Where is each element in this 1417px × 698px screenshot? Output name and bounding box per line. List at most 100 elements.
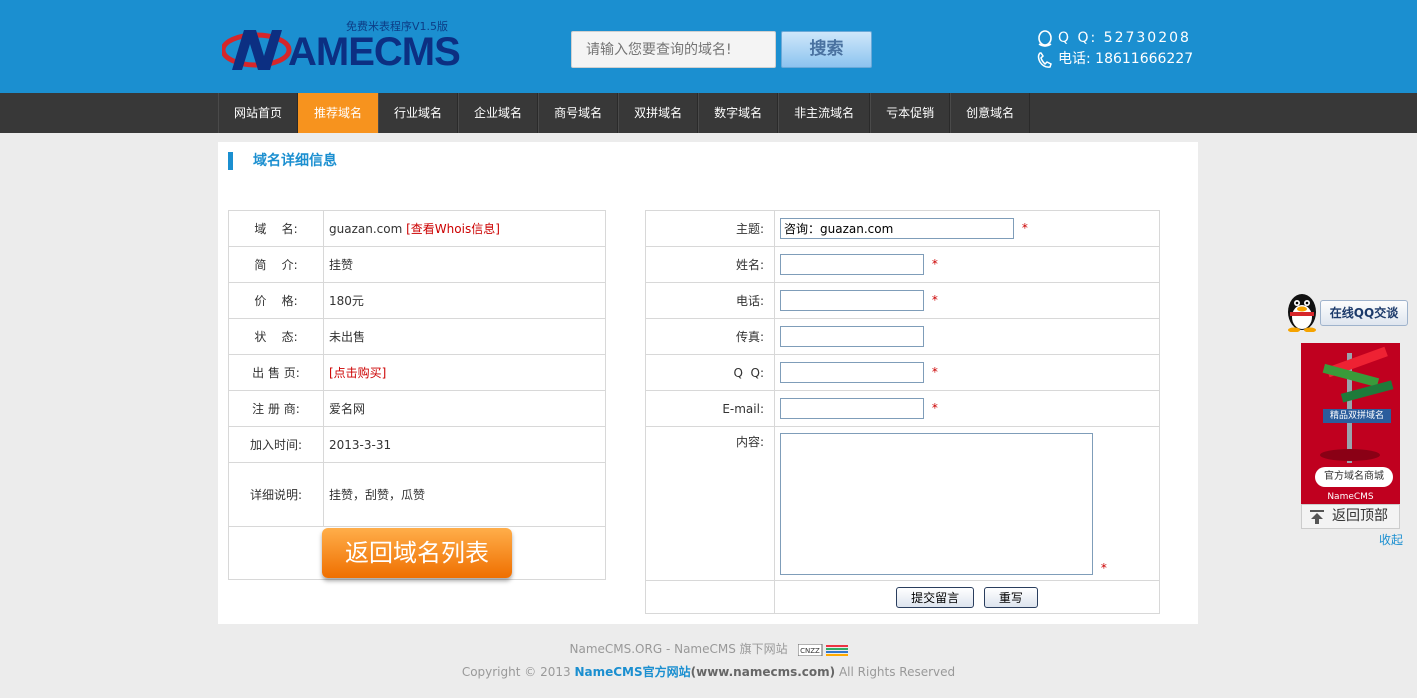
content-textarea[interactable] [780, 432, 1093, 575]
table-row: 传真: [645, 318, 1160, 355]
cnzz-stats-icon[interactable]: CNZZ [797, 643, 848, 656]
domain-cell: guazan.com [查看Whois信息] [323, 210, 606, 247]
required-mark: * [931, 293, 938, 307]
cnzz-label: CNZZ [800, 647, 820, 655]
whois-link[interactable]: [查看Whois信息] [406, 222, 500, 236]
domain-search-input[interactable] [571, 31, 776, 68]
table-row: 内容: * [645, 426, 1160, 581]
footer-line-1: NameCMS.ORG - NameCMS 旗下网站 CNZZ [0, 640, 1417, 658]
subject-cell: * [774, 210, 1160, 247]
domain-mall-ad[interactable]: 精品双拼域名 官方域名商城 NameCMS [1301, 343, 1400, 505]
added-date-label: 加入时间: [228, 426, 324, 463]
footer-network-text: NameCMS.ORG - NameCMS 旗下网站 [569, 642, 788, 656]
name-label: 姓名: [645, 246, 775, 283]
fax-cell [774, 318, 1160, 355]
phone-contact: 电话: 18611666227 [1036, 49, 1193, 70]
qq-field[interactable] [780, 362, 924, 383]
content-cell: * [774, 426, 1160, 581]
logo-mark-icon [222, 30, 292, 70]
table-row: E-mail: * [645, 390, 1160, 427]
subject-field[interactable] [780, 218, 1014, 239]
phone-number: 电话: 18611666227 [1058, 51, 1194, 67]
collapse-link[interactable]: 收起 [1379, 531, 1403, 548]
table-row: 状 态: 未出售 [228, 318, 606, 355]
fax-field[interactable] [780, 326, 924, 347]
email-cell: * [774, 390, 1160, 427]
nav-item-recommended[interactable]: 推荐域名 [298, 93, 379, 133]
table-row: 主题: * [645, 210, 1160, 247]
table-row: 姓名: * [645, 246, 1160, 283]
nav-item-home[interactable]: 网站首页 [218, 93, 299, 133]
required-mark: * [1021, 221, 1028, 235]
status-label: 状 态: [228, 318, 324, 355]
nav-item-enterprise[interactable]: 企业域名 [458, 93, 539, 133]
email-field[interactable] [780, 398, 924, 419]
copyright-text: Copyright © 2013 [461, 665, 571, 679]
back-to-list-button[interactable]: 返回域名列表 [322, 528, 512, 578]
submit-button[interactable]: 提交留言 [896, 586, 975, 608]
name-cell: * [774, 246, 1160, 283]
table-row: 详细说明: 挂赞，刮赞，瓜赞 [228, 462, 606, 527]
registrar-value: 爱名网 [323, 390, 606, 427]
phone-field[interactable] [780, 290, 924, 311]
required-mark: * [931, 257, 938, 271]
registrar-label: 注 册 商: [228, 390, 324, 427]
footer-line-2: Copyright © 2013 NameCMS官方网站(www.namecms… [0, 663, 1417, 681]
phone-icon [1037, 52, 1052, 68]
status-value: 未出售 [323, 318, 606, 355]
back-button-cell: 返回域名列表 [228, 526, 606, 580]
main-content: 域名详细信息 域 名: guazan.com [查看Whois信息] 简 介: … [218, 142, 1198, 624]
reset-button[interactable]: 重写 [983, 586, 1038, 608]
signpost-icon [1320, 346, 1394, 463]
penguin-icon [1288, 294, 1316, 332]
logo-text: AMECMS [288, 30, 461, 74]
site-header: 免费米表程序V1.5版 AMECMS 搜索 Q Q: 52730208 电话: … [0, 0, 1417, 93]
nav-item-pinyin[interactable]: 双拼域名 [618, 93, 699, 133]
phone-cell: * [774, 282, 1160, 319]
qq-chat-button[interactable]: 在线QQ交谈 [1320, 300, 1408, 326]
domain-label: 域 名: [228, 210, 324, 247]
sale-page-cell: [点击购买] [323, 354, 606, 391]
brand-link[interactable]: NameCMS官方网站 [574, 665, 690, 679]
ad-tag: 精品双拼域名 [1323, 409, 1391, 423]
qq-number: Q Q: 52730208 [1058, 30, 1191, 46]
site-logo[interactable]: 免费米表程序V1.5版 AMECMS [222, 14, 472, 78]
qq-chat-widget[interactable]: 在线QQ交谈 [1282, 290, 1408, 332]
search-button[interactable]: 搜索 [781, 31, 872, 68]
required-mark: * [1100, 560, 1107, 575]
form-buttons-cell: 提交留言 重写 [774, 580, 1160, 614]
nav-item-clearance[interactable]: 亏本促销 [870, 93, 951, 133]
ad-brand: NameCMS [1327, 492, 1374, 502]
domain-value: guazan.com [329, 222, 403, 236]
site-url: (www.namecms.com) [690, 665, 836, 679]
subject-label: 主题: [645, 210, 775, 247]
table-row: 出 售 页: [点击购买] [228, 354, 606, 391]
fax-label: 传真: [645, 318, 775, 355]
page-title: 域名详细信息 [228, 152, 337, 170]
buy-link[interactable]: [点击购买] [329, 366, 386, 380]
phone-label: 电话: [645, 282, 775, 319]
qq-cell: * [774, 354, 1160, 391]
main-nav: 网站首页 推荐域名 行业域名 企业域名 商号域名 双拼域名 数字域名 非主流域名… [0, 93, 1417, 133]
domain-info-table: 域 名: guazan.com [查看Whois信息] 简 介: 挂赞 价 格:… [228, 210, 606, 580]
qq-label: Q Q: [645, 354, 775, 391]
price-label: 价 格: [228, 282, 324, 319]
qq-icon [1038, 30, 1052, 47]
table-row: 注 册 商: 爱名网 [228, 390, 606, 427]
table-row: 价 格: 180元 [228, 282, 606, 319]
nav-item-creative[interactable]: 创意域名 [950, 93, 1031, 133]
nav-item-industry[interactable]: 行业域名 [378, 93, 459, 133]
nav-item-brand[interactable]: 商号域名 [538, 93, 619, 133]
detail-label: 详细说明: [228, 462, 324, 527]
detail-value: 挂赞，刮赞，瓜赞 [323, 462, 606, 527]
required-mark: * [931, 365, 938, 379]
rights-text: All Rights Reserved [838, 665, 956, 679]
name-field[interactable] [780, 254, 924, 275]
qq-contact: Q Q: 52730208 [1036, 28, 1193, 49]
site-footer: NameCMS.ORG - NameCMS 旗下网站 CNZZ Copyrigh… [0, 640, 1417, 681]
nav-item-numeric[interactable]: 数字域名 [698, 93, 779, 133]
nav-item-alternative[interactable]: 非主流域名 [778, 93, 871, 133]
intro-label: 简 介: [228, 246, 324, 283]
back-to-top-button[interactable]: 返回顶部 [1301, 504, 1400, 529]
arrow-up-icon [1310, 510, 1324, 524]
